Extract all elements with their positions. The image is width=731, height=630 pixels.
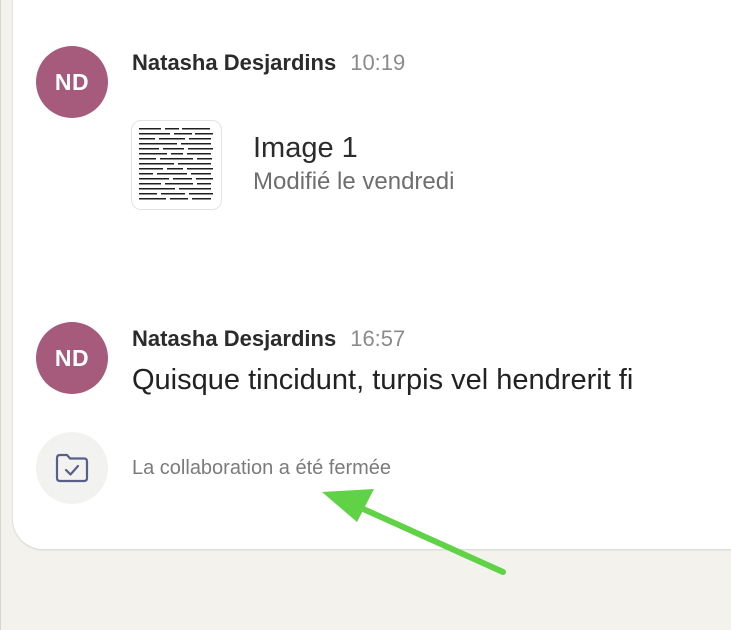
file-name[interactable]: Image 1 (253, 131, 454, 165)
screen: ND Natasha Desjardins 10:19 Image 1 Modi… (0, 0, 731, 630)
message-time: 10:19 (350, 50, 406, 75)
document-thumbnail-icon (131, 120, 222, 210)
message-header: Natasha Desjardins 10:19 (132, 50, 405, 76)
file-modified-date: Modifié le vendredi (253, 168, 455, 195)
message-text: Quisque tincidunt, turpis vel hendrerit … (132, 364, 634, 396)
panel-border (0, 0, 1, 630)
file-attachment[interactable]: Image 1 Modifié le vendredi (131, 120, 454, 210)
file-info: Image 1 Modifié le vendredi (253, 131, 454, 199)
avatar[interactable]: ND (36, 46, 108, 118)
avatar[interactable]: ND (36, 322, 108, 394)
collaboration-closed-text: La collaboration a été fermée (132, 457, 392, 479)
message-time: 16:57 (350, 326, 406, 351)
author-name[interactable]: Natasha Desjardins (132, 326, 336, 352)
event-icon-circle (36, 432, 108, 504)
folder-check-icon (55, 453, 89, 483)
message-header: Natasha Desjardins 16:57 (132, 326, 405, 352)
author-name[interactable]: Natasha Desjardins (132, 50, 336, 76)
